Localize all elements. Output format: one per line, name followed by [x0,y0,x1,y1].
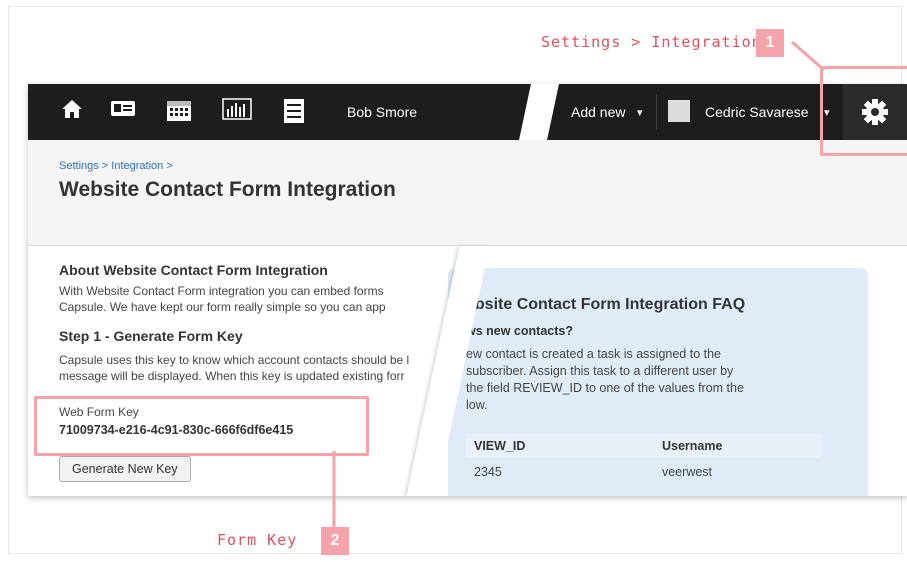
contacts-card-icon[interactable] [110,98,136,124]
callout-connector-2 [332,451,336,531]
callout-badge-2: 2 [321,527,349,555]
review-id-table: VIEW_ID Username 2345 veerwest [466,434,821,486]
column-header-review-id: VIEW_ID [466,434,654,458]
top-navbar: Bob Smore Add new ▾ Cedric Savarese ▾ [28,84,907,140]
calendar-icon[interactable] [166,98,192,128]
main-content: About Website Contact Form Integration W… [28,246,907,496]
page-header: Settings > Integration > Website Contact… [28,140,907,246]
callout-form-key: Form Key [217,531,298,549]
step1-heading: Step 1 - Generate Form Key [59,328,243,344]
highlight-form-key [34,396,369,456]
table-header-row: VIEW_ID Username [466,434,821,458]
faq-question: ws new contacts? [466,324,573,338]
faq-answer-line-3: the field REVIEW_ID to one of the values… [466,381,744,395]
callout-badge-1: 1 [756,29,784,57]
navbar-divider [656,94,657,130]
cabinet-icon[interactable] [283,98,305,130]
faq-title: ebsite Contact Form Integration FAQ [466,296,746,313]
username-cell: veerwest [662,465,713,479]
account-name[interactable]: Bob Smore [347,104,417,120]
slash-divider [519,84,559,140]
about-line-1: With Website Contact Form integration yo… [59,284,384,298]
review-id-cell: 2345 [474,465,502,479]
home-icon[interactable] [60,98,84,126]
faq-answer: ew contact is created a task is assigned… [466,346,806,414]
callout-settings-integration: Settings > Integration [541,33,762,51]
column-header-username: Username [654,434,821,458]
faq-answer-line-1: ew contact is created a task is assigned… [466,347,721,361]
step1-line-2: message will be displayed. When this key… [59,369,405,383]
step1-line-1: Capsule uses this key to know which acco… [59,353,410,367]
add-new-menu[interactable]: Add new [571,104,625,120]
generate-new-key-button[interactable]: Generate New Key [59,456,191,482]
avatar[interactable] [668,100,690,122]
faq-answer-line-4: low. [466,398,488,412]
table-row: 2345 veerwest [466,458,821,486]
bar-chart-icon[interactable] [222,98,252,126]
faq-panel: ebsite Contact Form Integration FAQ ws n… [448,268,868,496]
faq-answer-line-2: subscriber. Assign this task to a differ… [466,364,734,378]
page-title: Website Contact Form Integration [59,178,396,201]
add-new-chevron-icon[interactable]: ▾ [637,106,643,119]
current-user-menu[interactable]: Cedric Savarese [705,104,809,120]
breadcrumb[interactable]: Settings > Integration > [59,160,173,172]
about-line-2: Capsule. We have kept our form really si… [59,300,386,314]
about-heading: About Website Contact Form Integration [59,262,328,278]
highlight-settings-gear [820,66,907,156]
callout-connector-1 [791,40,825,72]
